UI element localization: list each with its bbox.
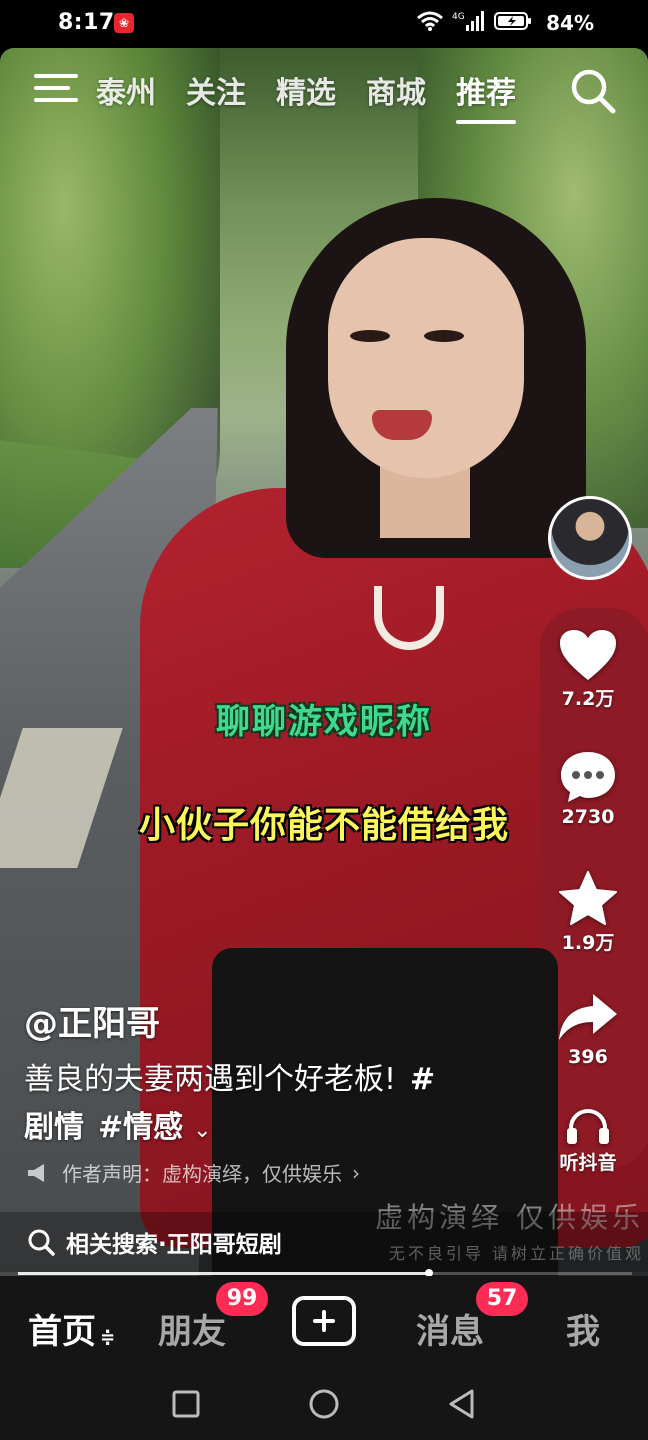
comment-count: 2730	[561, 806, 615, 828]
status-time: 8:17	[58, 10, 115, 35]
tab-featured[interactable]: 精选	[276, 68, 336, 112]
recent-apps-icon[interactable]	[168, 1386, 204, 1422]
battery-percentage: 84%	[546, 11, 594, 35]
like-button[interactable]: 7.2万	[538, 628, 638, 711]
create-post-button[interactable]	[292, 1296, 356, 1346]
megaphone-icon	[28, 1163, 44, 1182]
related-search-label: 相关搜索·正阳哥短剧	[66, 1232, 282, 1258]
person-eye	[424, 330, 464, 342]
listen-button[interactable]: 听抖音	[538, 1106, 638, 1175]
author-disclaimer[interactable]: 作者声明：虚构演绎，仅供娱乐 ›	[26, 1158, 360, 1187]
comment-button[interactable]: 2730	[538, 750, 638, 828]
svg-text:4G: 4G	[452, 12, 465, 22]
messages-badge: 57	[476, 1282, 528, 1316]
favorite-button[interactable]: 1.9万	[538, 870, 638, 955]
back-triangle-icon[interactable]	[444, 1386, 480, 1422]
related-search-bar[interactable]: 相关搜索·正阳哥短剧	[0, 1212, 648, 1272]
battery-icon	[494, 12, 531, 30]
top-navigation: 泰州 关注 精选 商城 推荐	[0, 60, 648, 124]
video-description[interactable]: 善良的夫妻两遇到个好老板! #剧情 #情感 ⌄	[24, 1056, 444, 1155]
search-icon[interactable]	[568, 66, 618, 116]
video-progress-bar[interactable]	[18, 1269, 632, 1277]
tab-friends[interactable]: 朋友	[158, 1304, 226, 1353]
tab-messages[interactable]: 消息	[416, 1304, 484, 1353]
system-navigation-bar	[0, 1368, 648, 1440]
chevron-right-icon: ›	[352, 1160, 360, 1185]
disclaimer-text: 作者声明：虚构演绎，仅供娱乐	[62, 1162, 342, 1186]
swap-icon: ≑	[100, 1327, 116, 1348]
status-bar: 8:17 ❀ 4G 84%	[0, 0, 648, 48]
person-face	[328, 238, 524, 478]
listen-label: 听抖音	[559, 1152, 617, 1174]
share-count: 396	[568, 1046, 608, 1068]
tab-me[interactable]: 我	[566, 1304, 600, 1353]
description-text: 善良的夫妻两遇到个好老板!	[24, 1062, 397, 1097]
like-count: 7.2万	[561, 688, 615, 710]
heart-icon	[560, 630, 616, 680]
progress-fill	[18, 1272, 429, 1275]
tab-local[interactable]: 泰州	[96, 68, 156, 112]
chevron-down-icon[interactable]: ⌄	[193, 1107, 211, 1155]
headphones-icon	[567, 1108, 609, 1144]
tab-home-label: 首页	[28, 1312, 96, 1352]
friends-badge: 99	[216, 1282, 268, 1316]
share-arrow-icon	[559, 994, 617, 1040]
tab-following[interactable]: 关注	[186, 68, 246, 112]
favorite-count: 1.9万	[561, 932, 615, 954]
comment-icon	[561, 752, 615, 802]
notification-app-icon: ❀	[114, 13, 134, 33]
person-eye	[350, 330, 390, 342]
star-icon	[559, 871, 617, 925]
wifi-icon	[417, 11, 443, 31]
home-circle-icon[interactable]	[306, 1386, 342, 1422]
cell-signal-icon: 4G	[452, 11, 484, 31]
hamburger-icon[interactable]	[34, 70, 80, 106]
hashtag[interactable]: #情感	[98, 1110, 183, 1145]
tab-home[interactable]: 首页 ≑	[28, 1304, 115, 1353]
feed-tabs: 泰州 关注 精选 商城 推荐	[96, 68, 516, 124]
bottom-tab-bar: 首页 ≑ 朋友 99 消息 57 我	[0, 1276, 648, 1368]
author-name[interactable]: @正阳哥	[24, 996, 160, 1045]
search-icon	[28, 1229, 55, 1256]
person-mouth	[372, 410, 432, 440]
author-avatar[interactable]	[548, 496, 632, 580]
tab-recommended[interactable]: 推荐	[456, 68, 516, 124]
share-button[interactable]: 396	[538, 990, 638, 1068]
tab-mall[interactable]: 商城	[366, 68, 426, 112]
